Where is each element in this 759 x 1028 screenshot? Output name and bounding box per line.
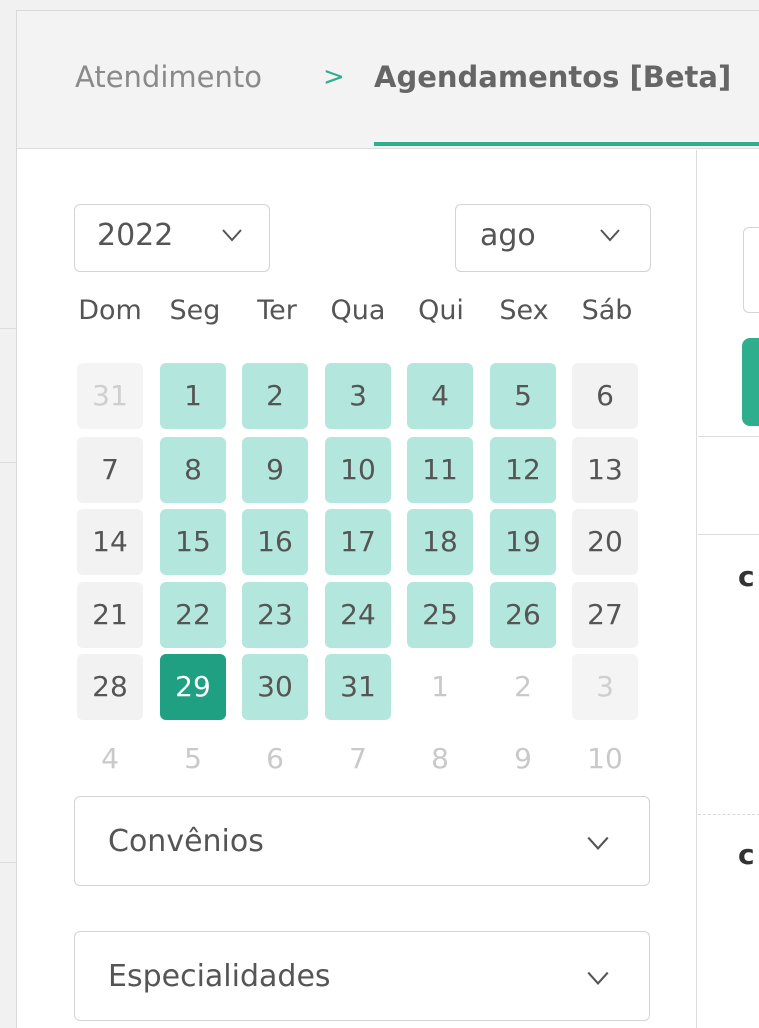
weekday-header: Sáb	[581, 295, 633, 326]
calendar-day[interactable]: 19	[490, 509, 556, 575]
calendar-day[interactable]: 23	[242, 582, 308, 648]
calendar-day[interactable]: 20	[572, 509, 638, 575]
calendar-day[interactable]: 31	[325, 654, 391, 720]
calendar-day: 9	[514, 742, 532, 775]
especialidades-dropdown-label: Especialidades	[108, 959, 331, 994]
weekday-header: Sex	[499, 295, 549, 326]
weekday-header: Ter	[257, 295, 297, 326]
calendar-day: 8	[431, 742, 449, 775]
year-select-value: 2022	[97, 218, 174, 253]
weekday-header: Seg	[169, 295, 221, 326]
weekday-header: Qua	[330, 295, 386, 326]
calendar-day[interactable]: 3	[325, 363, 391, 429]
calendar-day: 31	[77, 363, 143, 429]
year-select[interactable]: 2022	[74, 204, 270, 272]
calendar-day[interactable]: 22	[160, 582, 226, 648]
calendar-day: 1	[431, 670, 449, 703]
calendar-day-selected[interactable]: 29	[160, 654, 226, 720]
chevron-down-icon	[587, 971, 609, 986]
chevron-down-icon	[222, 229, 242, 242]
chevron-down-icon	[600, 229, 620, 242]
calendar-day[interactable]: 1	[160, 363, 226, 429]
chevron-right-icon: >	[323, 62, 345, 92]
breadcrumb-parent[interactable]: Atendimento	[75, 59, 262, 95]
header-bar: Atendimento > Agendamentos [Beta]	[17, 11, 759, 149]
calendar-day[interactable]: 11	[407, 437, 473, 503]
schedule-row-text: c	[738, 838, 755, 871]
side-divider	[0, 862, 16, 863]
calendar-day[interactable]: 18	[407, 509, 473, 575]
action-button[interactable]	[742, 338, 759, 426]
calendar-day: 6	[266, 742, 284, 775]
convenios-dropdown[interactable]: Convênios	[74, 796, 650, 886]
breadcrumb-current[interactable]: Agendamentos [Beta]	[374, 59, 731, 95]
calendar-day[interactable]: 13	[572, 437, 638, 503]
app-container: Atendimento > Agendamentos [Beta] 2022 a…	[16, 10, 759, 1028]
weekday-header: Dom	[78, 295, 142, 326]
calendar-panel: 2022 ago Dom Seg Ter Qua Qui Sex Sáb 31 1…	[17, 150, 697, 1028]
chevron-down-icon	[587, 836, 609, 851]
active-tab-underline	[374, 142, 759, 146]
calendar-day[interactable]: 8	[160, 437, 226, 503]
calendar-day: 3	[572, 654, 638, 720]
calendar-day[interactable]: 30	[242, 654, 308, 720]
schedule-row-text: c	[738, 560, 755, 593]
calendar-day[interactable]: 14	[77, 509, 143, 575]
calendar-day[interactable]: 4	[407, 363, 473, 429]
convenios-dropdown-label: Convênios	[108, 824, 264, 859]
calendar-day[interactable]: 7	[77, 437, 143, 503]
calendar-day[interactable]: 27	[572, 582, 638, 648]
search-input[interactable]	[743, 227, 759, 313]
month-select[interactable]: ago	[455, 204, 651, 272]
calendar-day[interactable]: 26	[490, 582, 556, 648]
schedule-panel: c c	[698, 150, 759, 1028]
dashed-divider	[698, 814, 759, 815]
calendar-day[interactable]: 9	[242, 437, 308, 503]
calendar-day[interactable]: 21	[77, 582, 143, 648]
calendar-day: 10	[587, 742, 623, 775]
calendar-day[interactable]: 6	[572, 363, 638, 429]
calendar-day[interactable]: 25	[407, 582, 473, 648]
side-divider	[0, 462, 16, 463]
calendar-day[interactable]: 24	[325, 582, 391, 648]
calendar-day[interactable]: 5	[490, 363, 556, 429]
calendar-day[interactable]: 15	[160, 509, 226, 575]
month-select-value: ago	[480, 218, 536, 253]
calendar-day[interactable]: 16	[242, 509, 308, 575]
calendar-day[interactable]: 12	[490, 437, 556, 503]
calendar-day: 4	[101, 742, 119, 775]
calendar-day: 5	[184, 742, 202, 775]
calendar-day[interactable]: 17	[325, 509, 391, 575]
calendar-day[interactable]: 28	[77, 654, 143, 720]
side-divider	[0, 328, 16, 329]
especialidades-dropdown[interactable]: Especialidades	[74, 931, 650, 1021]
weekday-header: Qui	[418, 295, 464, 326]
calendar-day[interactable]: 2	[242, 363, 308, 429]
calendar-day[interactable]: 10	[325, 437, 391, 503]
calendar-day: 2	[514, 670, 532, 703]
calendar-day: 7	[349, 742, 367, 775]
divider	[698, 534, 759, 535]
divider	[698, 436, 759, 437]
